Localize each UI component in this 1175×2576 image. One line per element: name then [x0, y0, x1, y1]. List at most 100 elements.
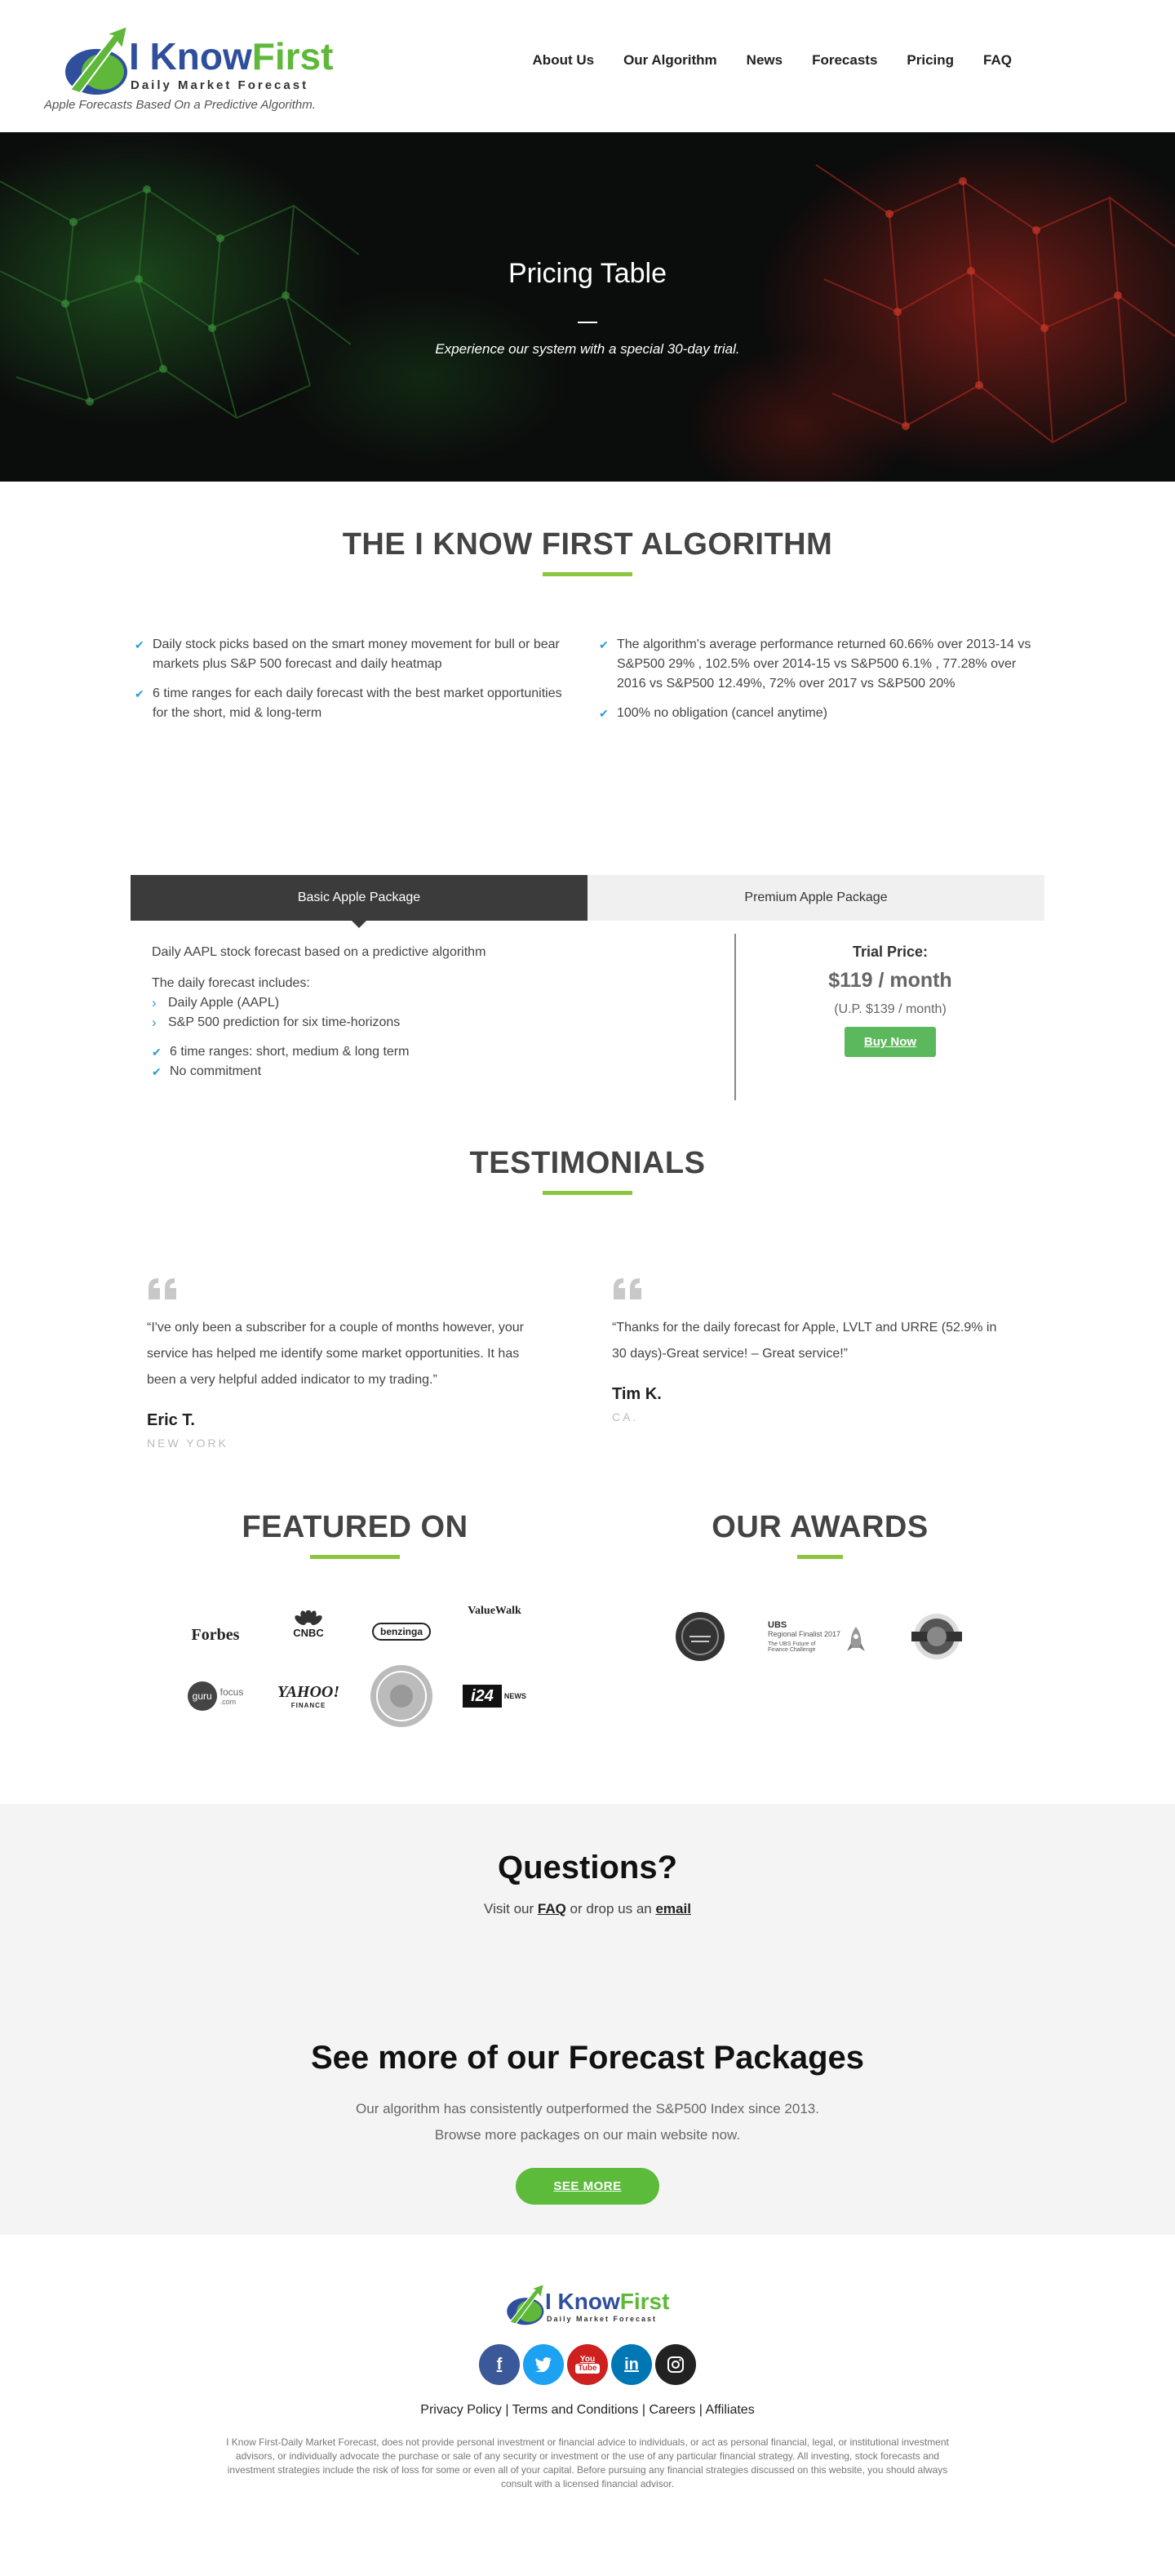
our-awards-title: OUR AWARDS — [712, 1510, 929, 1544]
title-underline — [797, 1555, 843, 1559]
award-ribbon-icon — [911, 1614, 962, 1659]
testimonial-card: “I've only been a subscriber for a coupl… — [122, 1277, 588, 1450]
instagram-icon[interactable] — [655, 2344, 696, 2385]
finance-text: FINANCE — [290, 1702, 326, 1709]
ubs-award[interactable]: UBS Regional Finalist 2017 The UBS Futur… — [768, 1620, 866, 1653]
gurufocus-logo[interactable]: guru focus .com — [169, 1675, 262, 1717]
careers-link[interactable]: Careers — [649, 2403, 695, 2417]
seal-logo[interactable] — [355, 1665, 448, 1727]
includes-label: The daily forecast includes: — [152, 976, 310, 990]
media-logos: Forbes CNBC benzinga ValueWalk guru focu… — [122, 1603, 588, 1727]
trial-price-label: Trial Price: — [852, 944, 929, 960]
check-icon: ✔ — [135, 638, 144, 651]
questions-section: Questions? Visit our FAQ or drop us an e… — [0, 1804, 1175, 2235]
title-underline — [310, 1555, 400, 1559]
nav-about-us[interactable]: About Us — [533, 52, 595, 69]
nav-news[interactable]: News — [747, 52, 783, 69]
cnbc-logo[interactable]: CNBC — [262, 1603, 355, 1646]
email-link[interactable]: email — [655, 1901, 690, 1916]
buy-now-button[interactable]: Buy Now — [844, 1027, 937, 1057]
twitter-icon[interactable] — [523, 2344, 564, 2385]
nav-pricing[interactable]: Pricing — [907, 52, 954, 69]
quote-icon — [614, 1278, 641, 1299]
site-logo[interactable]: I KnowFirst Daily Market Forecast — [64, 20, 333, 101]
benzinga-logo[interactable]: benzinga — [355, 1603, 448, 1646]
logo-wordmark: I KnowFirst — [129, 38, 333, 75]
logo-part2: First — [251, 35, 334, 78]
yahoo-text: YAHOO! — [277, 1683, 340, 1701]
feature-item: ✔ 100% no obligation (cancel anytime) — [599, 704, 1040, 723]
check-text: No commitment — [170, 1064, 262, 1078]
feature-text: 6 time ranges for each daily forecast wi… — [153, 686, 562, 720]
tab-basic-apple-package[interactable]: Basic Apple Package — [131, 875, 588, 928]
feature-list: ✔ Daily stock picks based on the smart mo… — [135, 635, 1040, 733]
testimonials-section: TESTIMONIALS “I've only been a subscribe… — [0, 1110, 1175, 1477]
i24-news-logo[interactable]: i24 NEWS — [448, 1675, 541, 1717]
award-badge-ribbon[interactable] — [908, 1611, 965, 1662]
testimonial-author: Eric T. — [147, 1411, 195, 1429]
tab-premium-apple-package[interactable]: Premium Apple Package — [588, 875, 1044, 921]
terms-link[interactable]: Terms and Conditions — [512, 2403, 639, 2417]
affiliates-link[interactable]: Affiliates — [706, 2403, 755, 2417]
see-more-button[interactable]: SEE MORE — [516, 2168, 659, 2205]
feature-text: The algorithm's average performance retu… — [617, 637, 1031, 691]
award-badge-circle[interactable] — [675, 1611, 725, 1662]
twitter-bird-icon — [535, 2357, 552, 2372]
check-icon: ✔ — [152, 1065, 162, 1078]
check-icon: ✔ — [599, 638, 609, 651]
nav-our-algorithm[interactable]: Our Algorithm — [623, 52, 717, 69]
footer-disclaimer: I Know First-Daily Market Forecast, does… — [226, 2436, 949, 2489]
testimonial-card: “Thanks for the daily forecast for Apple… — [588, 1277, 1053, 1450]
title-underline — [543, 572, 632, 576]
faq-link[interactable]: FAQ — [538, 1901, 566, 1916]
logo-mark-icon — [65, 24, 129, 95]
peacock-icon — [295, 1610, 322, 1625]
algorithm-title: THE I KNOW FIRST ALGORITHM — [342, 527, 833, 562]
feature-text: Daily stock picks based on the smart mon… — [153, 637, 560, 671]
pricing-table: Basic Apple Package Premium Apple Packag… — [131, 875, 1044, 1110]
feature-text: 100% no obligation (cancel anytime) — [617, 706, 827, 720]
footer-links: Privacy Policy | Terms and Conditions | … — [420, 2403, 755, 2417]
nav-faq[interactable]: FAQ — [983, 52, 1012, 69]
hero-title: Pricing Table — [508, 258, 667, 289]
more-packages-text: Our algorithm has consistently outperfor… — [0, 2096, 1175, 2148]
linkedin-icon[interactable]: in — [611, 2344, 652, 2385]
feature-column-right: ✔ The algorithm's average performance ret… — [599, 635, 1040, 733]
forbes-logo[interactable]: Forbes — [169, 1603, 262, 1646]
facebook-icon[interactable]: f — [479, 2344, 520, 2385]
footer-logo[interactable]: I KnowFirst Daily Market Forecast — [506, 2282, 669, 2333]
site-tagline: Apple Forecasts Based On a Predictive Al… — [44, 98, 316, 112]
testimonial-location: NEW YORK — [147, 1437, 228, 1450]
testimonial-text: “Thanks for the daily forecast for Apple… — [612, 1321, 997, 1361]
chevron-right-icon: › — [152, 1015, 157, 1030]
testimonial-text: “I've only been a subscriber for a coupl… — [147, 1321, 524, 1387]
logo-part1: I Know — [129, 35, 252, 78]
regular-price: (U.P. $139 / month) — [834, 1002, 947, 1016]
feature-item: ✔ The algorithm's average performance ret… — [599, 635, 1040, 694]
feature-item: ✔ 6 time ranges for each daily forecast w… — [135, 684, 576, 723]
footer-logo-part1: I Know — [545, 2289, 620, 2314]
package-features: Daily AAPL stock forecast based on a pre… — [131, 934, 736, 1100]
trial-price: $119 / month — [828, 969, 952, 992]
testimonials-title: TESTIMONIALS — [469, 1146, 706, 1180]
featured-on-title: FEATURED ON — [242, 1510, 468, 1544]
main-nav: About Us Our Algorithm News Forecasts Pr… — [533, 52, 1012, 69]
more-packages-title: See more of our Forecast Packages — [310, 2040, 865, 2076]
ubs-text: UBS — [768, 1620, 787, 1630]
privacy-policy-link[interactable]: Privacy Policy — [420, 2403, 502, 2417]
yahoo-finance-logo[interactable]: YAHOO! FINANCE — [262, 1675, 355, 1717]
rocket-icon — [847, 1627, 865, 1651]
dotcom-text: .com — [219, 1698, 237, 1706]
award-finalist-text: Regional Finalist 2017 — [768, 1630, 841, 1638]
quote-icon — [149, 1278, 176, 1299]
i24-text: i24 — [463, 1685, 502, 1708]
featured-on-column: FEATURED ON Forbes CNBC benzinga ValueWa… — [122, 1510, 588, 1804]
algorithm-section: THE I KNOW FIRST ALGORITHM ✔ Daily stock … — [0, 482, 1175, 875]
featured-awards-section: FEATURED ON Forbes CNBC benzinga ValueWa… — [122, 1477, 1053, 1804]
youtube-icon[interactable]: You Tube — [567, 2344, 608, 2385]
price-box: Trial Price: $119 / month (U.P. $139 / m… — [736, 934, 1044, 1100]
valuewalk-logo[interactable]: ValueWalk — [448, 1603, 541, 1646]
nav-forecasts[interactable]: Forecasts — [812, 52, 877, 69]
award-challenge-text: The UBS Future of Finance Challenge — [768, 1641, 816, 1653]
chevron-right-icon: › — [152, 995, 157, 1010]
